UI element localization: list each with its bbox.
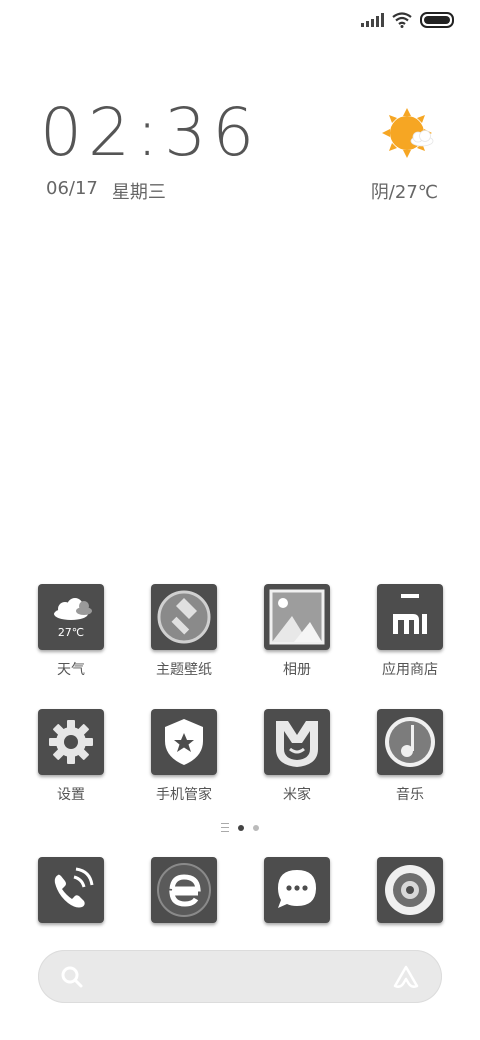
status-bar [361,10,454,30]
app-themes[interactable]: 主题壁纸 [134,584,234,679]
app-security[interactable]: 手机管家 [134,709,234,804]
app-label: 音乐 [396,787,424,803]
app-mijia[interactable]: 米家 [247,709,347,804]
shield-star-icon [165,719,203,765]
app-label: 主题壁纸 [156,662,212,678]
browser-icon [157,863,211,917]
wifi-icon [392,12,412,28]
app-label: 手机管家 [156,787,212,803]
gallery-icon [269,589,325,645]
app-gallery[interactable]: 相册 [247,584,347,679]
app-tile[interactable] [377,584,443,650]
weekday: 星期三 [111,182,166,203]
app-label: 应用商店 [382,662,438,678]
voice-assistant-icon[interactable] [392,964,420,990]
app-label: 米家 [283,787,311,803]
app-store[interactable]: 应用商店 [360,584,460,679]
mijia-icon [276,721,318,767]
app-music[interactable]: 音乐 [360,709,460,804]
app-tile[interactable] [264,857,330,923]
search-icon[interactable] [60,965,84,989]
weather-cloud-icon [54,598,92,620]
page-dot-active[interactable] [238,824,244,831]
app-tile[interactable] [38,709,104,775]
app-label: 天气 [57,662,85,678]
app-tile[interactable] [151,709,217,775]
phone-icon [54,867,94,908]
app-tile[interactable] [38,857,104,923]
dock-messages[interactable] [247,857,347,923]
sun-cloud-icon[interactable] [380,106,438,164]
app-tile[interactable]: 27℃ [38,584,104,650]
camera-icon [385,865,435,915]
weather-tile-temp: 27℃ [57,626,85,639]
app-label: 设置 [57,787,85,803]
battery-icon [420,12,454,28]
weather-text: 阴/27℃ [370,182,438,203]
app-settings[interactable]: 设置 [21,709,121,804]
mi-store-icon [393,594,427,634]
brush-icon [157,590,211,644]
app-tile[interactable] [151,857,217,923]
page-list-icon[interactable] [221,823,229,832]
date-line: 06/17 星期三 [46,178,166,204]
app-tile[interactable] [377,857,443,923]
message-icon [278,870,316,908]
dock-camera[interactable] [360,857,460,923]
app-label: 相册 [283,662,311,678]
app-tile[interactable] [377,709,443,775]
page-indicator[interactable] [0,823,480,832]
page-dot[interactable] [253,824,259,831]
gear-icon [49,720,93,764]
clock-time[interactable]: 02:36 [40,100,260,166]
dock-phone[interactable] [21,857,121,923]
app-tile[interactable] [151,584,217,650]
date: 06/17 [46,178,98,199]
app-weather[interactable]: 27℃ 天气 [21,584,121,679]
app-tile[interactable] [264,584,330,650]
music-note-icon [385,717,435,767]
signal-icon [361,13,384,27]
dock-browser[interactable] [134,857,234,923]
search-bar[interactable] [38,950,442,1003]
app-tile[interactable] [264,709,330,775]
